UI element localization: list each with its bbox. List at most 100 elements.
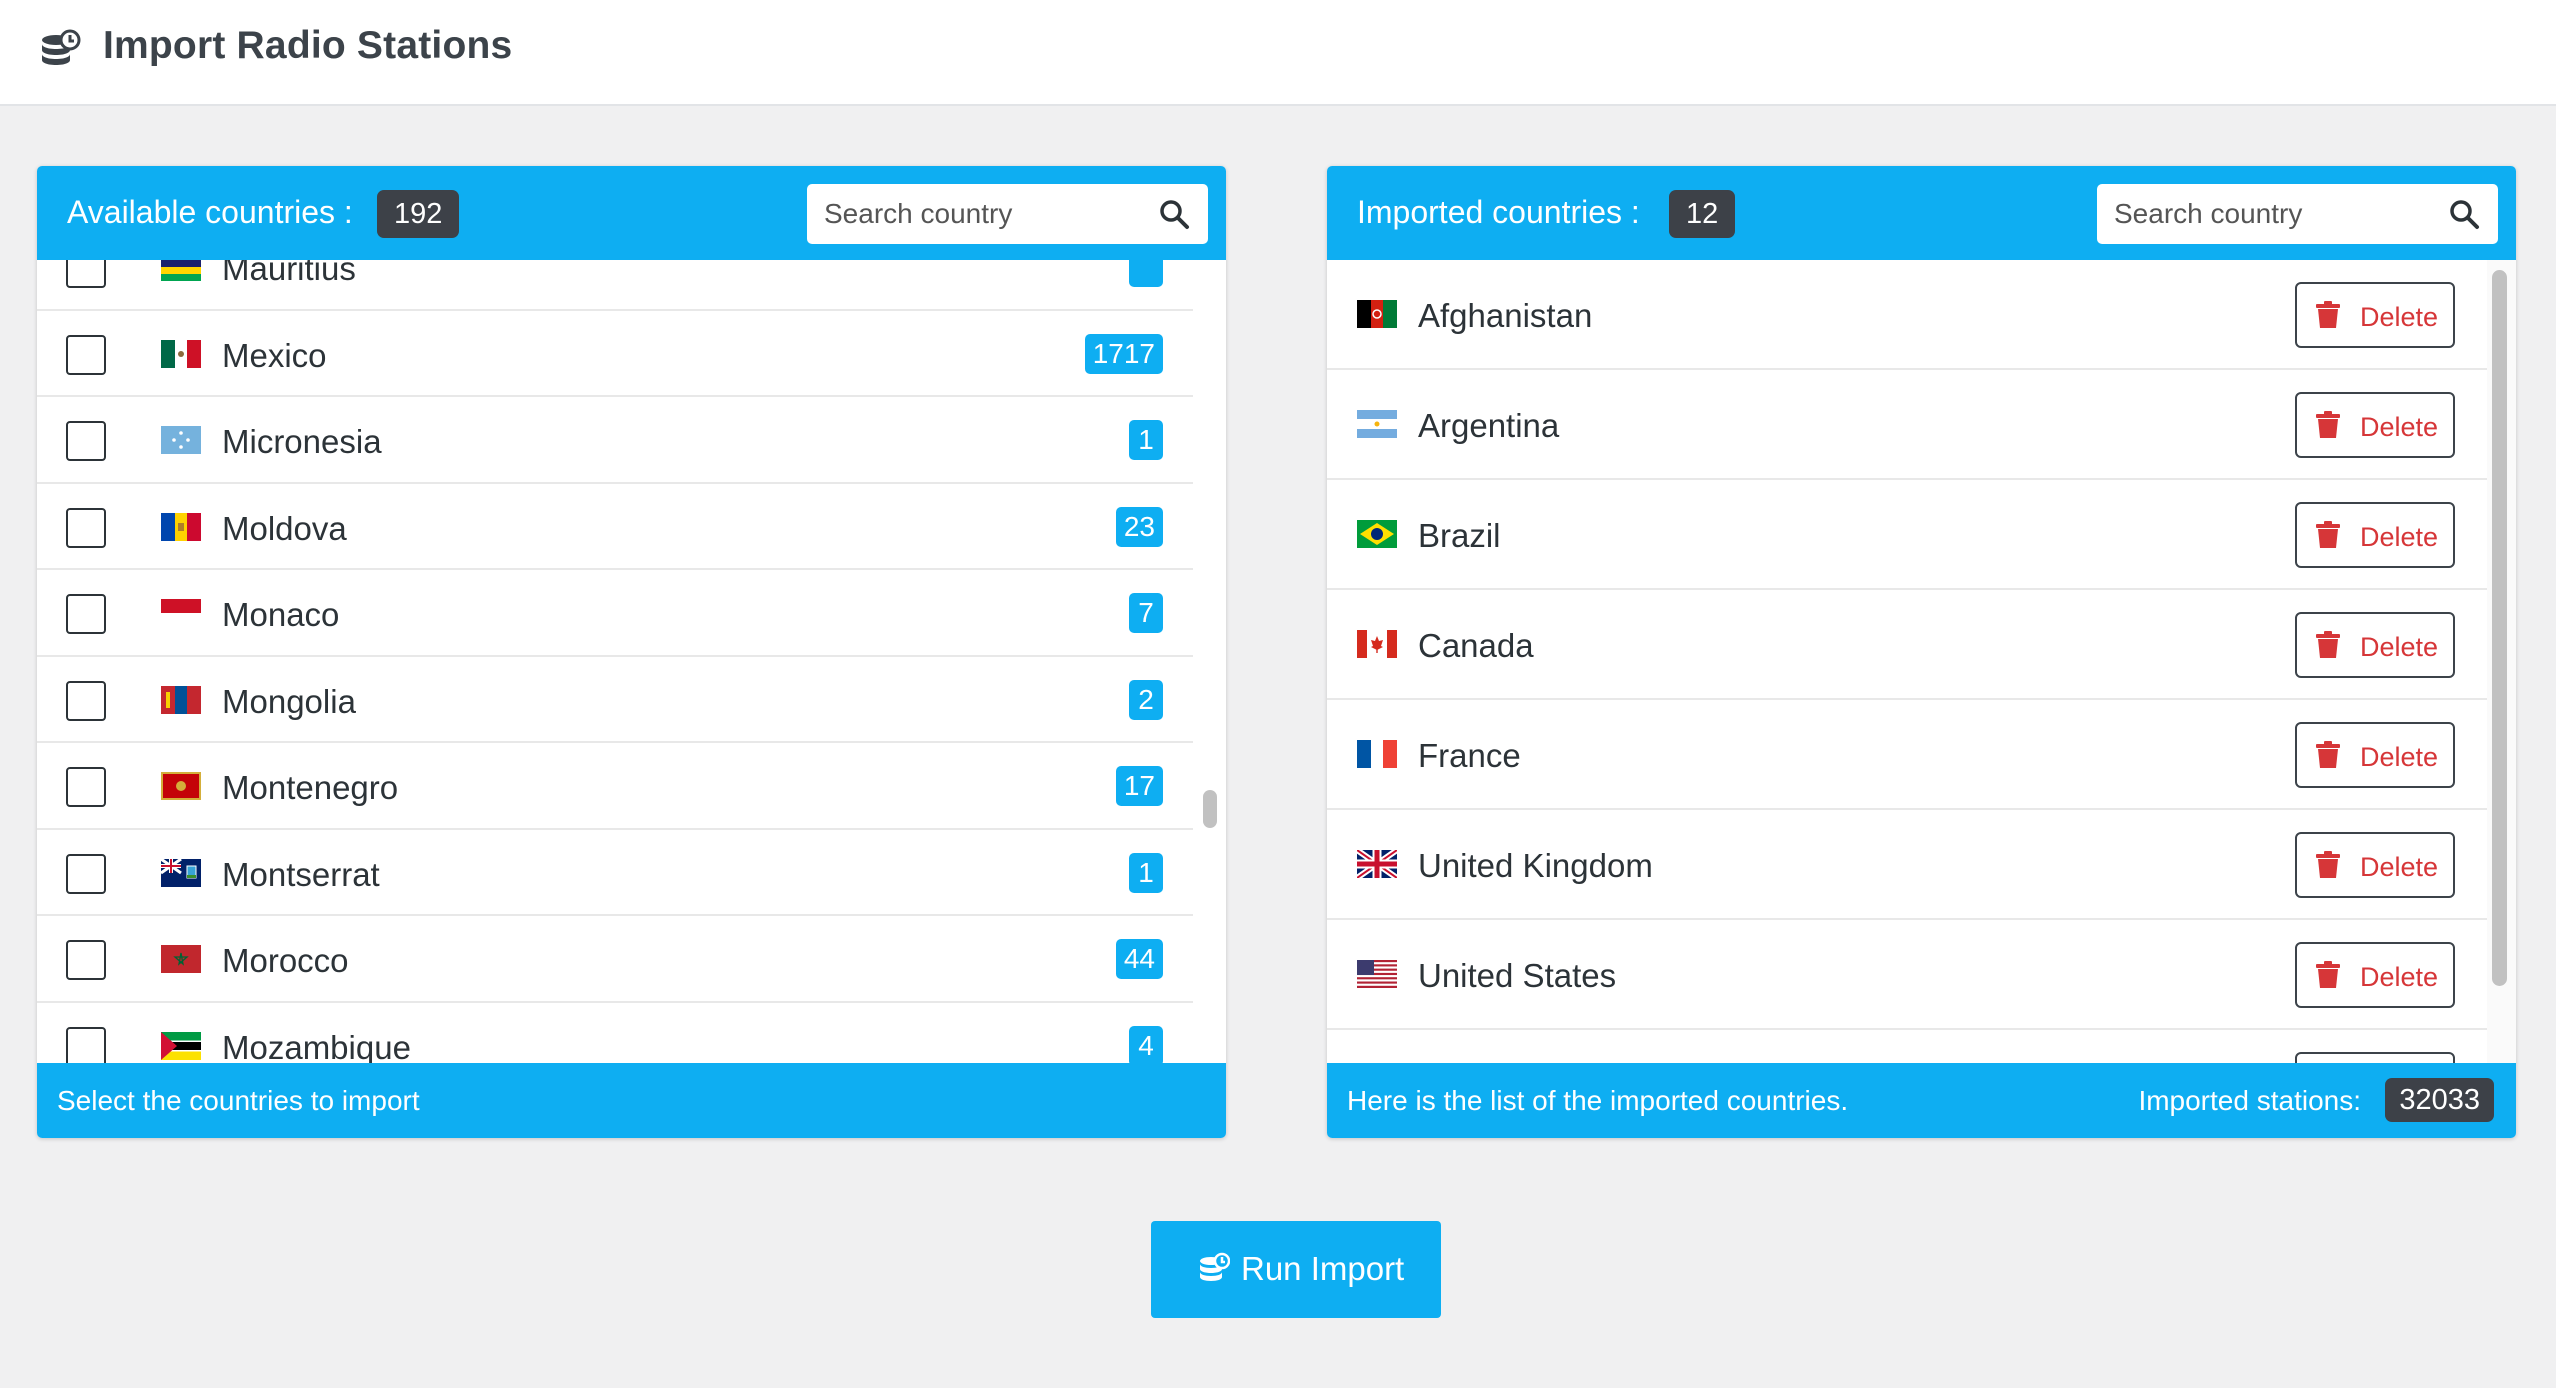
country-checkbox[interactable] — [66, 507, 106, 548]
list-item: France Delete — [1327, 700, 2487, 810]
flag-united-states-icon — [1357, 960, 1397, 988]
available-footer-text: Select the countries to import — [57, 1085, 420, 1116]
delete-button[interactable] — [2295, 1052, 2455, 1063]
available-list-body[interactable]: Mauritius Mexico 1717 Micronesia 1 Moldo… — [37, 260, 1226, 1063]
station-count-badge: 1 — [1129, 852, 1163, 893]
country-name: Brazil — [1418, 517, 1501, 554]
trash-icon — [2316, 851, 2340, 878]
station-count-badge: 1717 — [1084, 333, 1163, 374]
country-checkbox[interactable] — [66, 680, 106, 721]
flag-montserrat-icon — [161, 858, 201, 887]
list-item[interactable]: Mexico 1717 — [37, 310, 1193, 397]
imported-stations-badge: 32033 — [2385, 1078, 2494, 1122]
imported-countries-panel: Imported countries : 12 Afghanistan — [1327, 166, 2516, 1138]
country-name: Monaco — [222, 596, 340, 633]
delete-label: Delete — [2360, 742, 2439, 772]
trash-icon — [2316, 301, 2340, 328]
station-count-badge: 23 — [1115, 506, 1163, 547]
available-panel-footer: Select the countries to import — [37, 1063, 1226, 1138]
imported-search-box — [2097, 184, 2498, 244]
imported-count-badge: 12 — [1669, 190, 1736, 238]
available-countries-panel: Available countries : 192 Mauritius — [37, 166, 1226, 1138]
station-count-badge: 4 — [1129, 1025, 1163, 1063]
delete-button[interactable]: Delete — [2295, 502, 2455, 568]
station-count-badge: 17 — [1115, 766, 1163, 806]
run-import-label: Run Import — [1241, 1250, 1405, 1287]
imported-search-input[interactable] — [2097, 184, 2427, 244]
flag-argentina-icon — [1357, 410, 1397, 438]
country-checkbox[interactable] — [66, 421, 106, 461]
delete-button[interactable]: Delete — [2295, 832, 2455, 898]
list-item: United Kingdom Delete — [1327, 810, 2487, 920]
delete-button[interactable]: Delete — [2295, 942, 2455, 1008]
delete-label: Delete — [2360, 522, 2439, 552]
trash-icon — [2316, 961, 2340, 988]
imported-panel-footer: Here is the list of the imported countri… — [1327, 1063, 2516, 1138]
country-checkbox[interactable] — [66, 767, 106, 807]
available-search-input[interactable] — [807, 184, 1137, 244]
station-count-badge: 2 — [1129, 679, 1163, 720]
flag-brazil-icon — [1357, 520, 1397, 548]
list-item: Argentina Delete — [1327, 370, 2487, 480]
flag-morocco-icon — [161, 945, 201, 973]
search-icon[interactable] — [2448, 198, 2480, 230]
country-name: France — [1418, 737, 1521, 774]
country-name: Argentina — [1418, 407, 1560, 444]
country-checkbox[interactable] — [66, 260, 106, 288]
country-name: Mexico — [222, 336, 327, 374]
station-count-badge — [1129, 260, 1163, 287]
imported-country-list: Afghanistan Delete Argentina Delete Braz… — [1327, 260, 2487, 1063]
available-search-box — [807, 184, 1208, 244]
imported-panel-header: Imported countries : 12 — [1327, 166, 2516, 260]
top-bar: Import Radio Stations — [0, 0, 2556, 106]
flag-mozambique-icon — [161, 1031, 201, 1060]
list-item[interactable]: Mongolia 2 — [37, 656, 1193, 743]
country-name: Montserrat — [222, 855, 380, 893]
country-checkbox[interactable] — [66, 334, 106, 375]
trash-icon — [2316, 411, 2340, 438]
country-checkbox[interactable] — [66, 594, 106, 634]
available-country-list: Mauritius Mexico 1717 Micronesia 1 Moldo… — [37, 260, 1193, 1063]
flag-mexico-icon — [161, 339, 201, 368]
list-item: United States Delete — [1327, 920, 2487, 1030]
country-checkbox[interactable] — [66, 940, 106, 980]
country-name: Micronesia — [222, 423, 382, 460]
list-item[interactable]: Mozambique 4 — [37, 1002, 1193, 1063]
delete-button[interactable]: Delete — [2295, 612, 2455, 678]
country-name: Afghanistan — [1418, 297, 1593, 334]
flag-micronesia-icon — [161, 426, 201, 454]
list-item[interactable]: Monaco 7 — [37, 570, 1193, 657]
imported-panel-title: Imported countries : — [1357, 194, 1640, 230]
search-icon[interactable] — [1158, 198, 1190, 230]
country-name: United States — [1418, 957, 1617, 994]
imported-list-scrollbar[interactable] — [2492, 270, 2507, 986]
list-item[interactable]: Morocco 44 — [37, 916, 1193, 1003]
list-item: Brazil Delete — [1327, 480, 2487, 590]
delete-button[interactable]: Delete — [2295, 392, 2455, 458]
station-count-badge: 7 — [1129, 593, 1163, 633]
delete-label: Delete — [2360, 962, 2439, 992]
country-name: Montenegro — [222, 769, 399, 806]
delete-button[interactable]: Delete — [2295, 722, 2455, 788]
list-item — [1327, 1030, 2487, 1063]
country-checkbox[interactable] — [66, 853, 106, 894]
list-item[interactable]: Montserrat 1 — [37, 829, 1193, 916]
flag-united-kingdom-icon — [1357, 850, 1397, 878]
list-item[interactable]: Micronesia 1 — [37, 397, 1193, 484]
flag-montenegro-icon — [161, 772, 201, 800]
list-item[interactable]: Montenegro 17 — [37, 743, 1193, 830]
delete-label: Delete — [2360, 852, 2439, 882]
station-count-badge: 44 — [1115, 939, 1163, 979]
list-item: Afghanistan Delete — [1327, 260, 2487, 370]
trash-icon — [2316, 521, 2340, 548]
country-checkbox[interactable] — [66, 1026, 106, 1063]
list-item[interactable]: Mauritius — [37, 260, 1193, 311]
imported-list-body[interactable]: Afghanistan Delete Argentina Delete Braz… — [1327, 260, 2516, 1063]
available-panel-header: Available countries : 192 — [37, 166, 1226, 260]
delete-button[interactable]: Delete — [2295, 282, 2455, 348]
list-item[interactable]: Moldova 23 — [37, 483, 1193, 570]
delete-label: Delete — [2360, 632, 2439, 662]
station-count-badge: 1 — [1129, 420, 1163, 460]
run-import-button[interactable]: Run Import — [1151, 1221, 1441, 1318]
available-list-scrollbar[interactable] — [1203, 790, 1217, 828]
